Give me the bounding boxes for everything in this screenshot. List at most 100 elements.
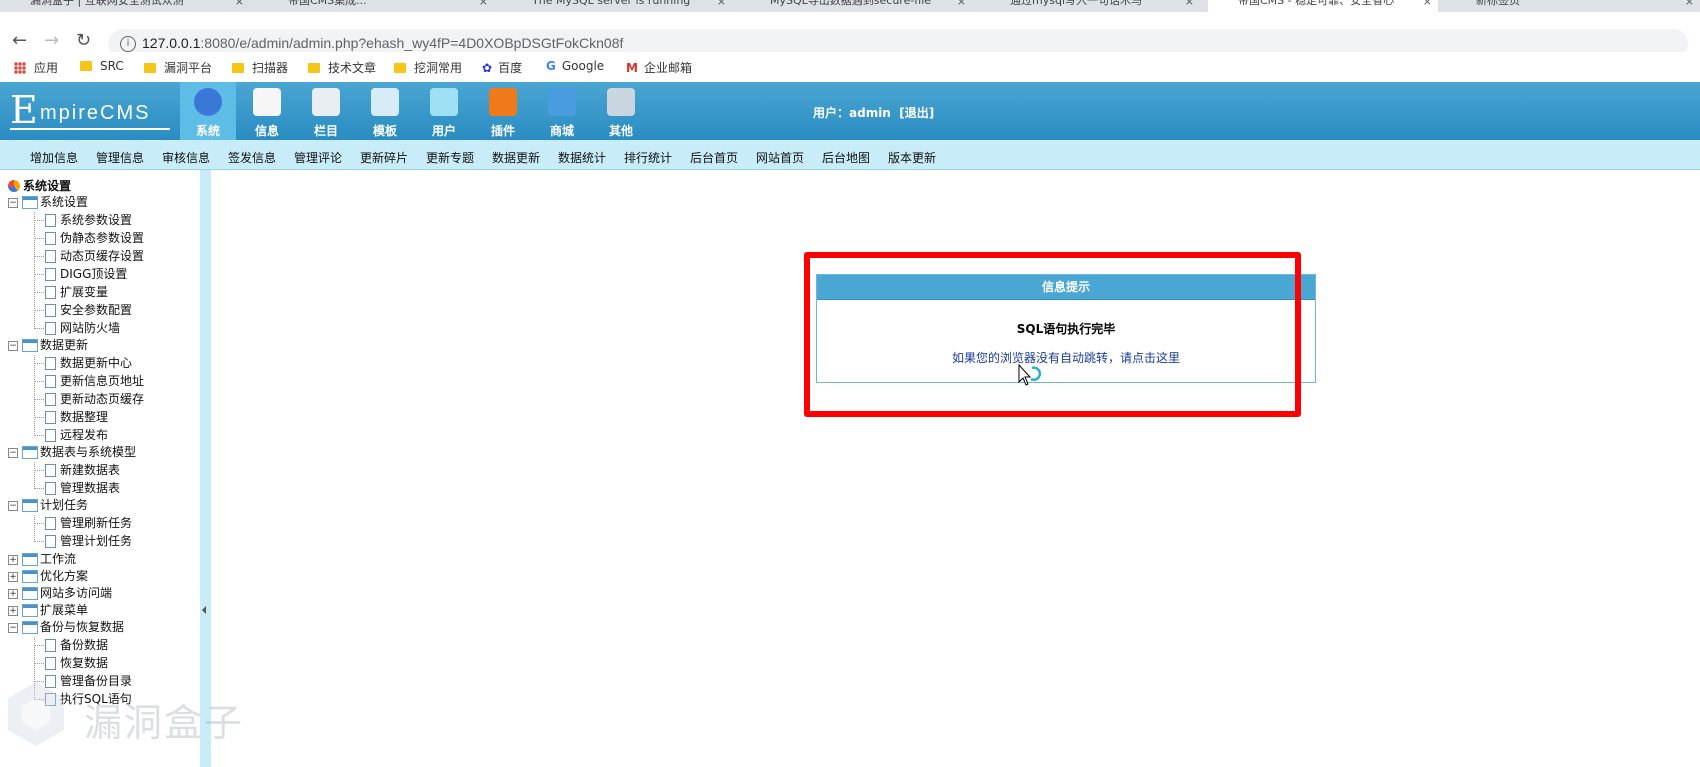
browser-tab[interactable]: MySQL导出数据遇到secure-file × — [740, 0, 972, 12]
sidebar-item[interactable]: 管理数据表 — [60, 480, 120, 496]
sidebar-group[interactable]: 数据表与系统模型 — [40, 444, 136, 460]
browser-tab-strip: 漏洞盒子 | 互联网安全测试众测 × 帝国CMS集成... × The MySQL se… — [0, 0, 1700, 12]
sidebar-item[interactable]: 备份数据 — [60, 637, 108, 653]
sidebar-item[interactable]: 扩展变量 — [60, 284, 108, 300]
tab-close-icon[interactable]: × — [479, 0, 488, 7]
tree-connector — [34, 354, 35, 436]
tab-close-icon[interactable]: × — [1185, 0, 1194, 7]
sidebar-item[interactable]: DIGG顶设置 — [60, 266, 127, 282]
browser-tab[interactable]: The MySQL server is running × — [502, 0, 732, 12]
browser-toolbar: ← → ↻ i 127.0.0.1:8080/e/admin/admin.php… — [0, 12, 1700, 59]
subnav-item[interactable]: 签发信息 — [228, 149, 276, 166]
back-icon[interactable]: ← — [12, 32, 27, 50]
sidebar-item[interactable]: 恢复数据 — [60, 655, 108, 671]
subnav-item[interactable]: 后台地图 — [822, 149, 870, 166]
sidebar-item[interactable]: 管理计划任务 — [60, 533, 132, 549]
sidebar-item[interactable]: 数据整理 — [60, 409, 108, 425]
subnav-item[interactable]: 排行统计 — [624, 149, 672, 166]
tree-connector — [34, 310, 44, 311]
browser-tab[interactable]: 通过mysql写入一句话木马 × — [980, 0, 1200, 12]
module-credit-card[interactable]: 商城 — [534, 82, 590, 140]
tree-connector — [34, 541, 44, 543]
subnav-item[interactable]: 审核信息 — [162, 149, 210, 166]
module-globe[interactable]: 系统 — [180, 82, 236, 140]
sidebar-item[interactable]: 更新动态页缓存 — [60, 391, 144, 407]
sidebar-item[interactable]: 数据更新中心 — [60, 355, 132, 371]
module-document-edit[interactable]: 信息 — [239, 82, 295, 140]
module-window-template[interactable]: 模板 — [357, 82, 413, 140]
subnav-item[interactable]: 更新碎片 — [360, 149, 408, 166]
tab-close-icon[interactable]: × — [235, 0, 244, 7]
logout-link[interactable]: [退出] — [899, 106, 934, 120]
subnav-item[interactable]: 增加信息 — [30, 149, 78, 166]
subnav-item[interactable]: 数据更新 — [492, 149, 540, 166]
subnav-item[interactable]: 数据统计 — [558, 149, 606, 166]
collapse-arrow-icon[interactable] — [202, 606, 206, 614]
tab-close-icon[interactable]: × — [717, 0, 726, 7]
subnav-item[interactable]: 管理信息 — [96, 149, 144, 166]
site-info-icon[interactable]: i — [120, 36, 136, 52]
sidebar-group[interactable]: 计划任务 — [40, 497, 88, 513]
expand-toggle-icon[interactable]: − — [8, 447, 18, 458]
browser-tab[interactable]: 漏洞盒子 | 互联网安全测试众测 × — [0, 0, 250, 12]
subnav-item[interactable]: 更新专题 — [426, 149, 474, 166]
browser-tab[interactable]: 帝国CMS - 稳定可靠、安全省心 × — [1208, 0, 1438, 12]
subnav-item[interactable]: 版本更新 — [888, 149, 936, 166]
expand-toggle-icon[interactable]: − — [8, 501, 18, 512]
browser-tab[interactable]: 新标签页 × — [1446, 0, 1700, 12]
module-user[interactable]: 用户 — [416, 82, 472, 140]
sidebar-group[interactable]: 备份与恢复数据 — [40, 619, 124, 635]
sidebar-group[interactable]: 工作流 — [40, 551, 76, 567]
bookmark-item[interactable]: 技术文章 — [308, 59, 376, 76]
sidebar-item[interactable]: 系统参数设置 — [60, 212, 132, 228]
subnav-item[interactable]: 管理评论 — [294, 149, 342, 166]
bookmark-label: 漏洞平台 — [164, 61, 213, 75]
tab-close-icon[interactable]: × — [957, 0, 966, 7]
bookmark-item[interactable]: 扫描器 — [232, 59, 288, 76]
expand-toggle-icon[interactable]: + — [8, 571, 18, 582]
expand-toggle-icon[interactable]: + — [8, 554, 18, 565]
reload-icon[interactable]: ↻ — [76, 32, 91, 50]
forward-icon[interactable]: → — [44, 32, 59, 50]
sidebar-group[interactable]: 数据更新 — [40, 337, 88, 353]
tree-connector — [34, 292, 44, 293]
sidebar-item[interactable]: 更新信息页地址 — [60, 373, 144, 389]
sidebar-group[interactable]: 网站多访问端 — [40, 585, 112, 601]
url-path: :8080/e/admin/admin.php?ehash_wy4fP=4D0X… — [200, 35, 624, 51]
module-folder[interactable]: 栏目 — [298, 82, 354, 140]
sidebar-collapse-bar[interactable] — [200, 170, 211, 767]
sidebar-item[interactable]: 网站防火墙 — [60, 320, 120, 336]
bookmark-item[interactable]: 漏洞平台 — [144, 59, 212, 76]
sidebar-item[interactable]: 新建数据表 — [60, 462, 120, 478]
module-tools[interactable]: 插件 — [475, 82, 531, 140]
bookmark-item[interactable]: M 企业邮箱 — [626, 59, 692, 76]
tab-close-icon[interactable]: × — [1423, 0, 1432, 7]
sidebar-item[interactable]: 远程发布 — [60, 427, 108, 443]
bookmark-item[interactable]: G Google — [546, 59, 604, 73]
subnav-item[interactable]: 网站首页 — [756, 149, 804, 166]
expand-toggle-icon[interactable]: − — [8, 622, 18, 633]
bookmark-item[interactable]: 应用 — [14, 59, 58, 76]
sidebar-group[interactable]: 系统设置 — [40, 194, 88, 210]
sidebar-item[interactable]: 伪静态参数设置 — [60, 230, 144, 246]
bookmark-item[interactable]: 挖洞常用 — [394, 59, 462, 76]
expand-toggle-icon[interactable]: − — [8, 340, 18, 351]
sidebar-root-title: 系统设置 — [23, 179, 72, 193]
subnav-item[interactable]: 后台首页 — [690, 149, 738, 166]
folder-icon — [22, 499, 38, 513]
module-gear[interactable]: 其他 — [593, 82, 649, 140]
tab-close-icon[interactable]: × — [1685, 0, 1694, 7]
expand-toggle-icon[interactable]: − — [8, 198, 18, 208]
sidebar-item[interactable]: 管理刷新任务 — [60, 515, 132, 531]
sidebar-item[interactable]: 安全参数配置 — [60, 302, 132, 318]
expand-toggle-icon[interactable]: + — [8, 605, 18, 616]
sidebar-item[interactable]: 动态页缓存设置 — [60, 248, 144, 264]
expand-toggle-icon[interactable]: + — [8, 588, 18, 599]
sidebar-group[interactable]: 优化方案 — [40, 568, 88, 584]
bookmark-item[interactable]: SRC — [80, 59, 124, 73]
page-icon — [45, 517, 56, 531]
tree-connector — [34, 515, 35, 543]
browser-tab[interactable]: 帝国CMS集成... × — [258, 0, 494, 12]
sidebar-group[interactable]: 扩展菜单 — [40, 602, 88, 618]
bookmark-item[interactable]: ✿ 百度 — [482, 59, 522, 76]
